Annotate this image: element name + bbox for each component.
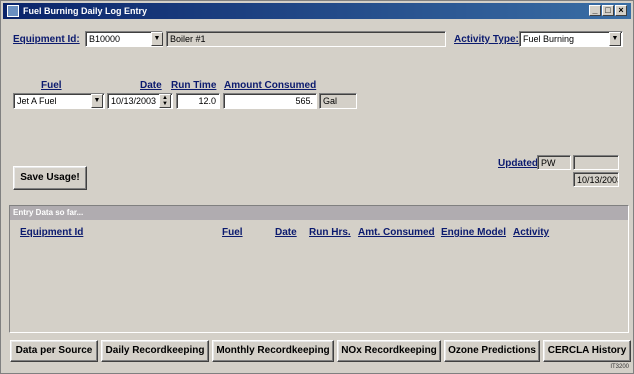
data-per-source-button[interactable]: Data per Source — [10, 340, 98, 362]
chevron-down-icon[interactable]: ▼ — [91, 94, 103, 108]
monthly-recordkeeping-button[interactable]: Monthly Recordkeeping — [212, 340, 334, 362]
equipment-description-text: Boiler #1 — [170, 34, 206, 44]
updated-blank-field — [573, 155, 619, 170]
updated-user: PW — [541, 158, 556, 168]
date-label: Date — [140, 80, 162, 91]
updated-user-field: PW — [537, 155, 571, 170]
run-time-label: Run Time — [171, 80, 217, 91]
amount-consumed-value: 565. — [295, 96, 313, 106]
corner-label: IT3200 — [610, 364, 629, 370]
activity-type-value: Fuel Burning — [523, 34, 575, 44]
updated-date-field: 10/13/2003 — [573, 172, 619, 187]
updated-label: Updated: — [498, 158, 542, 169]
spinner-down-icon[interactable]: ▼ — [160, 101, 170, 107]
equipment-description: Boiler #1 — [166, 31, 446, 47]
minimize-button[interactable]: _ — [589, 5, 601, 16]
equipment-id-label: Equipment Id: — [13, 34, 80, 45]
window-title: Fuel Burning Daily Log Entry — [23, 6, 148, 16]
chevron-down-icon[interactable]: ▼ — [151, 32, 163, 46]
run-time-value: 12.0 — [198, 96, 216, 106]
fuel-label: Fuel — [41, 80, 62, 91]
main-window: Fuel Burning Daily Log Entry _ □ × Equip… — [0, 0, 634, 374]
col-run-hrs[interactable]: Run Hrs. — [309, 227, 351, 238]
amount-consumed-input[interactable]: 565. — [223, 93, 317, 109]
unit-value: Gal — [323, 96, 338, 106]
save-usage-button[interactable]: Save Usage! — [13, 166, 87, 190]
col-amt-consumed[interactable]: Amt. Consumed — [358, 227, 435, 238]
ozone-predictions-button[interactable]: Ozone Predictions — [444, 340, 540, 362]
activity-type-label: Activity Type: — [454, 34, 519, 45]
maximize-button[interactable]: □ — [602, 5, 614, 16]
updated-date: 10/13/2003 — [577, 175, 619, 185]
col-engine-model[interactable]: Engine Model — [441, 227, 506, 238]
fuel-value: Jet A Fuel — [17, 96, 57, 106]
daily-recordkeeping-button[interactable]: Daily Recordkeeping — [101, 340, 209, 362]
col-date[interactable]: Date — [275, 227, 297, 238]
col-fuel[interactable]: Fuel — [222, 227, 243, 238]
amount-consumed-label: Amount Consumed — [224, 80, 317, 91]
col-activity[interactable]: Activity — [513, 227, 549, 238]
unit-field: Gal — [319, 93, 357, 109]
cercla-history-button[interactable]: CERCLA History — [543, 340, 631, 362]
col-equipment-id[interactable]: Equipment Id — [20, 227, 83, 238]
activity-type-dropdown[interactable]: Fuel Burning — [519, 31, 623, 47]
nox-recordkeeping-button[interactable]: NOx Recordkeeping — [337, 340, 441, 362]
chevron-down-icon[interactable]: ▼ — [609, 32, 621, 46]
title-bar[interactable]: Fuel Burning Daily Log Entry _ □ × — [3, 3, 631, 19]
app-icon — [7, 5, 19, 17]
entry-data-panel: Entry Data so far... Equipment Id Fuel D… — [9, 205, 629, 333]
close-button[interactable]: × — [615, 5, 627, 16]
entry-data-title: Entry Data so far... — [10, 206, 628, 220]
run-time-input[interactable]: 12.0 — [176, 93, 220, 109]
date-spinner[interactable]: ▲ ▼ — [159, 94, 171, 108]
equipment-id-value: B10000 — [89, 34, 121, 44]
date-value: 10/13/2003 — [111, 96, 157, 106]
